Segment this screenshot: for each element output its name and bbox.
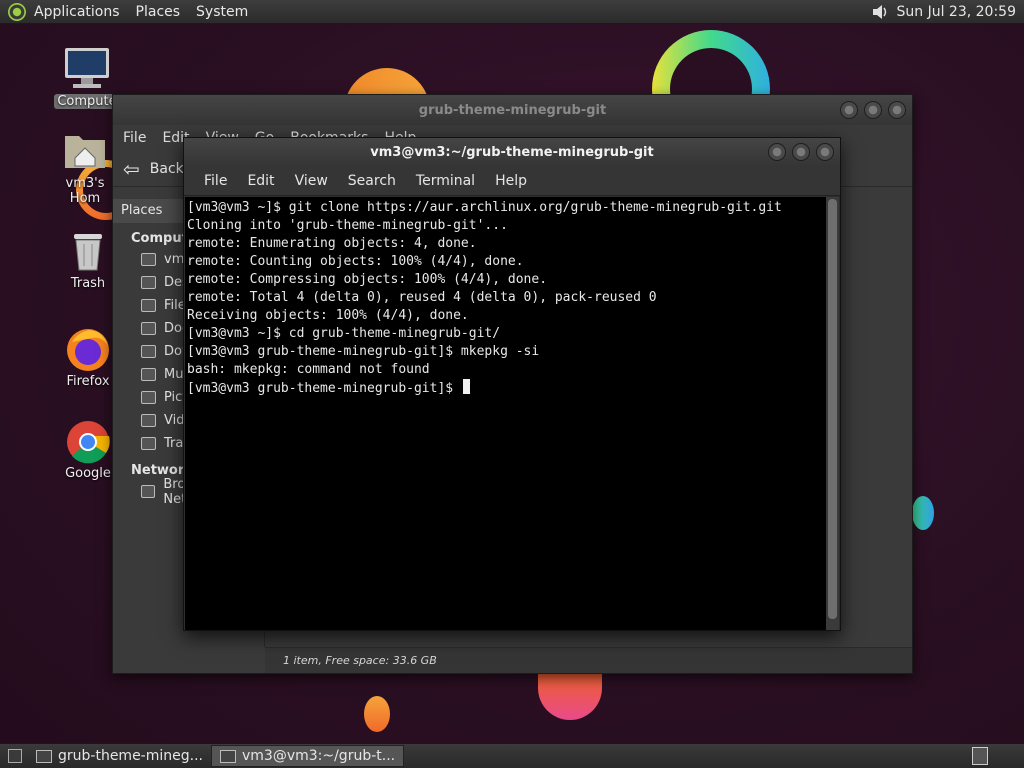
- menu-edit[interactable]: Edit: [237, 173, 284, 189]
- drive-icon: [141, 299, 156, 312]
- menu-search[interactable]: Search: [338, 173, 406, 189]
- applications-menu[interactable]: Applications: [26, 4, 128, 20]
- system-menu[interactable]: System: [188, 4, 256, 20]
- terminal-line: remote: Compressing objects: 100% (4/4),…: [187, 272, 548, 287]
- folder-icon: [141, 253, 156, 266]
- desktop-icon-label: Trash: [70, 276, 106, 291]
- volume-icon[interactable]: [871, 3, 889, 21]
- terminal-scrollbar[interactable]: [826, 197, 839, 630]
- terminal-line: [vm3@vm3 ~]$ git clone https://aur.archl…: [187, 200, 782, 215]
- terminal-line: bash: mkepkg: command not found: [187, 362, 430, 377]
- distro-logo-icon[interactable]: [8, 2, 26, 21]
- window-title: grub-theme-minegrub-git: [418, 102, 607, 118]
- trash-icon: [64, 228, 112, 272]
- terminal-line: remote: Enumerating objects: 4, done.: [187, 236, 477, 251]
- network-icon: [141, 485, 156, 498]
- computer-icon: [63, 46, 111, 90]
- desktop-icon-label: Google: [65, 466, 111, 481]
- maximize-button[interactable]: [864, 101, 882, 119]
- menu-terminal[interactable]: Terminal: [406, 173, 485, 189]
- menu-help[interactable]: Help: [485, 173, 537, 189]
- firefox-icon: [64, 326, 112, 371]
- folder-icon: [141, 368, 156, 381]
- status-bar: 1 item, Free space: 33.6 GB: [265, 647, 912, 673]
- taskbar-item-file-manager[interactable]: grub-theme-mineg...: [28, 745, 211, 767]
- clock[interactable]: Sun Jul 23, 20:59: [897, 4, 1017, 20]
- folder-icon: [141, 391, 156, 404]
- taskbar-item-label: grub-theme-mineg...: [58, 748, 203, 764]
- menu-view[interactable]: View: [285, 173, 338, 189]
- close-button[interactable]: [816, 143, 834, 161]
- desktop-icon-home[interactable]: vm3's Hom: [50, 128, 120, 206]
- desktop-icon-label: vm3's Hom: [65, 176, 105, 206]
- terminal-titlebar[interactable]: vm3@vm3:~/grub-theme-minegrub-git: [184, 138, 840, 166]
- trash-icon: [141, 437, 156, 450]
- show-desktop-button[interactable]: [8, 749, 22, 763]
- terminal-window[interactable]: vm3@vm3:~/grub-theme-minegrub-git File E…: [183, 137, 841, 631]
- close-button[interactable]: [888, 101, 906, 119]
- minimize-button[interactable]: [768, 143, 786, 161]
- taskbar-item-label: vm3@vm3:~/grub-t...: [241, 748, 396, 764]
- terminal-prompt-line[interactable]: [vm3@vm3 grub-theme-minegrub-git]$: [187, 379, 825, 398]
- home-folder-icon: [61, 128, 109, 172]
- terminal-icon: [219, 749, 236, 763]
- folder-icon: [141, 276, 156, 289]
- desktop-icon-label: Compute: [54, 94, 120, 109]
- wallpaper-blob-right: [912, 496, 934, 530]
- back-button[interactable]: Back: [150, 161, 184, 177]
- folder-icon: [141, 322, 156, 335]
- desktop-icon-label: Firefox: [66, 374, 110, 389]
- terminal-line: remote: Total 4 (delta 0), reused 4 (del…: [187, 290, 657, 305]
- terminal-output[interactable]: [vm3@vm3 ~]$ git clone https://aur.archl…: [185, 197, 827, 630]
- bottom-panel: grub-theme-mineg... vm3@vm3:~/grub-t...: [0, 743, 1024, 768]
- chrome-icon: [64, 418, 112, 464]
- wallpaper-blob-small: [364, 696, 390, 732]
- taskbar-item-terminal[interactable]: vm3@vm3:~/grub-t...: [210, 745, 405, 767]
- top-panel: Applications Places System Sun Jul 23, 2…: [0, 0, 1024, 24]
- folder-icon: [141, 345, 156, 358]
- menu-file[interactable]: File: [194, 173, 237, 189]
- back-arrow-icon[interactable]: ⇦: [123, 157, 140, 181]
- terminal-line: [vm3@vm3 ~]$ cd grub-theme-minegrub-git/: [187, 326, 501, 341]
- folder-icon: [141, 414, 156, 427]
- folder-icon: [36, 749, 52, 763]
- terminal-line: remote: Counting objects: 100% (4/4), do…: [187, 254, 524, 269]
- terminal-line: Cloning into 'grub-theme-minegrub-git'..…: [187, 218, 508, 233]
- scrollbar-thumb[interactable]: [828, 199, 837, 619]
- file-manager-titlebar[interactable]: grub-theme-minegrub-git: [113, 95, 912, 125]
- window-title: vm3@vm3:~/grub-theme-minegrub-git: [370, 144, 654, 160]
- terminal-line: [vm3@vm3 grub-theme-minegrub-git]$ mkepk…: [187, 344, 540, 359]
- menu-file[interactable]: File: [123, 130, 146, 146]
- workspace-switcher[interactable]: [972, 747, 988, 765]
- places-menu[interactable]: Places: [128, 4, 189, 20]
- terminal-menubar: File Edit View Search Terminal Help: [184, 166, 840, 196]
- minimize-button[interactable]: [840, 101, 858, 119]
- maximize-button[interactable]: [792, 143, 810, 161]
- text-cursor: [462, 379, 470, 394]
- terminal-prompt: [vm3@vm3 grub-theme-minegrub-git]$: [187, 381, 461, 396]
- terminal-line: Receiving objects: 100% (4/4), done.: [187, 308, 469, 323]
